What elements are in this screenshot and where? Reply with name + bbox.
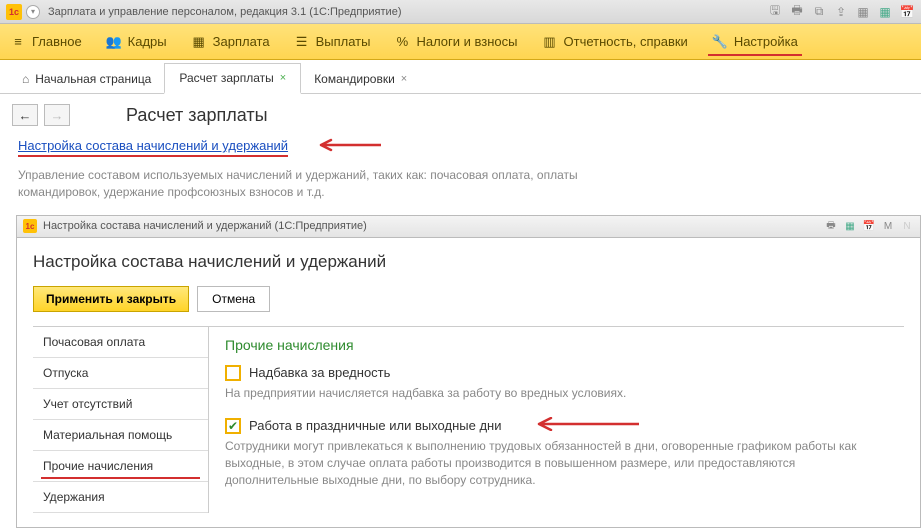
modal-heading: Настройка состава начислений и удержаний [33, 252, 904, 272]
apply-close-button[interactable]: Применить и закрыть [33, 286, 189, 312]
close-icon[interactable]: × [401, 73, 407, 85]
annotation-arrow-icon [311, 138, 381, 155]
modal-split: Почасовая оплата Отпуска Учет отсутствий… [33, 326, 904, 513]
tab-komandirovki[interactable]: Командировки× [300, 65, 421, 93]
nav-kadry[interactable]: 👥Кадры [106, 34, 167, 50]
date-icon[interactable]: 📅 [899, 4, 915, 20]
app-titlebar: 1c ▾ Зарплата и управление персоналом, р… [0, 0, 921, 24]
annotation-arrow-icon [529, 417, 639, 434]
cat-hourly[interactable]: Почасовая оплата [33, 327, 208, 358]
titlebar-actions: 🖫 🖶 ⧉ ⇪ ▦ ▦ 📅 [767, 4, 915, 20]
copy-icon[interactable]: ⧉ [811, 4, 827, 20]
holiday-work-row: Работа в праздничные или выходные дни [225, 417, 888, 434]
calendar-icon[interactable]: ▦ [877, 4, 893, 20]
modal-body: Настройка состава начислений и удержаний… [17, 238, 920, 527]
category-panel: Прочие начисления Надбавка за вредность … [209, 327, 904, 513]
link-icon[interactable]: ⇪ [833, 4, 849, 20]
nav-vyplaty[interactable]: ☰Выплаты [294, 34, 371, 50]
grid-icon[interactable]: ▦ [843, 219, 857, 233]
app-logo-icon: 1c [6, 4, 22, 20]
calendar-icon[interactable]: 📅 [862, 219, 876, 233]
app-menu-dropdown[interactable]: ▾ [26, 5, 40, 19]
page-title: Расчет зарплаты [126, 105, 268, 126]
tab-bar: ⌂Начальная страница Расчет зарплаты× Ком… [0, 60, 921, 94]
cat-deductions[interactable]: Удержания [33, 482, 208, 513]
close-icon[interactable]: × [280, 72, 286, 84]
print-icon[interactable]: 🖶 [789, 4, 805, 20]
page-content: Настройка состава начислений и удержаний… [0, 136, 921, 215]
app-title: Зарплата и управление персоналом, редакц… [48, 6, 767, 18]
list-icon: ☰ [294, 34, 310, 50]
holiday-work-label: Работа в праздничные или выходные дни [249, 418, 501, 433]
cat-aid[interactable]: Материальная помощь [33, 420, 208, 451]
cat-absence[interactable]: Учет отсутствий [33, 389, 208, 420]
letter-n-icon[interactable]: N [900, 219, 914, 233]
nav-nalogi[interactable]: %Налоги и взносы [394, 34, 517, 50]
forward-button[interactable]: → [44, 104, 70, 126]
modal-buttons: Применить и закрыть Отмена [33, 286, 904, 312]
modal-titlebar: 1c Настройка состава начислений и удержа… [17, 216, 920, 238]
people-icon: 👥 [106, 34, 122, 50]
tab-raschet[interactable]: Расчет зарплаты× [164, 63, 301, 94]
page-toolbar: ← → Расчет зарплаты [0, 94, 921, 136]
harm-bonus-desc: На предприятии начисляется надбавка за р… [225, 385, 888, 402]
section-title: Прочие начисления [225, 337, 888, 353]
holiday-work-checkbox[interactable] [225, 418, 241, 434]
menu-icon: ≡ [10, 34, 26, 50]
harm-bonus-label: Надбавка за вредность [249, 365, 390, 380]
table-icon: ▦ [191, 34, 207, 50]
link-description: Управление составом используемых начисле… [18, 167, 638, 201]
print-icon[interactable]: 🖶 [824, 219, 838, 233]
letter-m-icon[interactable]: M [881, 219, 895, 233]
tab-home[interactable]: ⌂Начальная страница [8, 65, 165, 93]
category-list: Почасовая оплата Отпуска Учет отсутствий… [33, 327, 209, 513]
settings-window: 1c Настройка состава начислений и удержа… [16, 215, 921, 528]
calc-icon[interactable]: ▦ [855, 4, 871, 20]
holiday-work-desc: Сотрудники могут привлекаться к выполнен… [225, 438, 888, 488]
settings-link[interactable]: Настройка состава начислений и удержаний [18, 138, 288, 157]
nav-zarplata[interactable]: ▦Зарплата [191, 34, 270, 50]
back-button[interactable]: ← [12, 104, 38, 126]
wrench-icon: 🔧 [712, 34, 728, 50]
percent-icon: % [394, 34, 410, 50]
modal-title: Настройка состава начислений и удержаний… [43, 220, 824, 232]
nav-main[interactable]: ≡Главное [10, 34, 82, 50]
nav-otchet[interactable]: ▥Отчетность, справки [542, 34, 688, 50]
report-icon: ▥ [542, 34, 558, 50]
harm-bonus-checkbox[interactable] [225, 365, 241, 381]
cat-other[interactable]: Прочие начисления [33, 451, 208, 482]
modal-title-actions: 🖶 ▦ 📅 M N [824, 219, 914, 233]
harm-bonus-row: Надбавка за вредность [225, 365, 888, 381]
main-nav: ≡Главное 👥Кадры ▦Зарплата ☰Выплаты %Нало… [0, 24, 921, 60]
cat-vacation[interactable]: Отпуска [33, 358, 208, 389]
nav-nastroika[interactable]: 🔧Настройка [712, 34, 798, 50]
app-logo-icon: 1c [23, 219, 37, 233]
home-icon: ⌂ [22, 72, 29, 86]
cancel-button[interactable]: Отмена [197, 286, 270, 312]
save-icon[interactable]: 🖫 [767, 4, 783, 20]
